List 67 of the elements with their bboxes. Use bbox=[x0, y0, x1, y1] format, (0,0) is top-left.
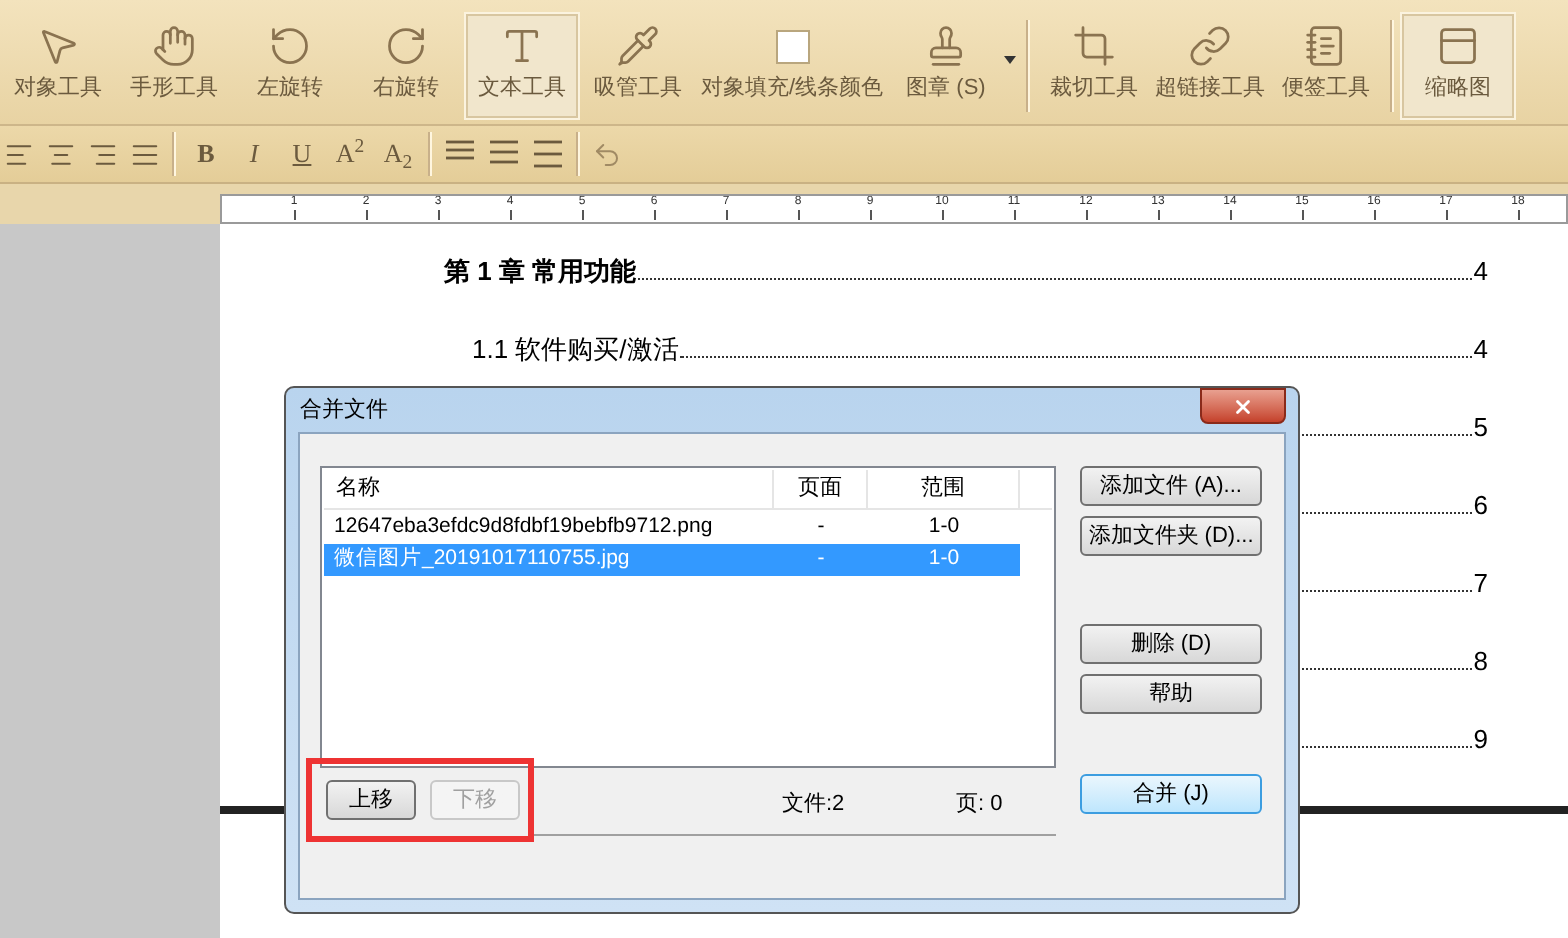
text-icon bbox=[500, 24, 544, 68]
dialog-button[interactable]: 帮助 bbox=[1080, 674, 1262, 714]
format-button[interactable]: A$^{2}$ bbox=[332, 134, 368, 174]
toc-page-number: 6 bbox=[1473, 487, 1488, 524]
dialog-button[interactable]: 合并 (J) bbox=[1080, 774, 1262, 814]
tool-button[interactable]: 吸管工具 bbox=[580, 12, 696, 120]
file-count: 文件:2 bbox=[782, 789, 847, 821]
tool-button[interactable]: 手形工具 bbox=[116, 12, 232, 120]
line-spacing-icon[interactable] bbox=[488, 140, 520, 168]
dialog-title: 合并文件 bbox=[298, 395, 388, 426]
page-total: 页: 0 bbox=[956, 790, 1005, 821]
close-button[interactable] bbox=[1200, 388, 1286, 424]
column-header[interactable]: 页面 bbox=[774, 470, 868, 508]
rotate-left-icon bbox=[268, 24, 312, 68]
toc-page-number: 9 bbox=[1473, 721, 1488, 758]
dialog-button[interactable]: 上移 bbox=[326, 780, 416, 820]
tool-button[interactable]: 裁切工具 bbox=[1036, 12, 1152, 120]
tool-button[interactable]: 对象填充/线条颜色 bbox=[696, 12, 888, 120]
format-button[interactable]: I bbox=[236, 134, 272, 174]
format-button[interactable]: U bbox=[284, 134, 320, 174]
tool-button[interactable]: 左旋转 bbox=[232, 12, 348, 120]
align-right-icon[interactable] bbox=[88, 139, 118, 169]
stamp-icon bbox=[924, 24, 968, 68]
range-cell-text: 1-0 bbox=[926, 512, 962, 543]
tool-button[interactable]: 便签工具 bbox=[1268, 12, 1384, 120]
align-left-icon[interactable] bbox=[4, 139, 34, 169]
align-center-icon[interactable] bbox=[46, 139, 76, 169]
page-count-cell-text: - bbox=[815, 512, 827, 543]
file-name: 12647eba3efdc9d8fdbf19bebfb9712.png bbox=[332, 512, 715, 543]
tool-button[interactable]: 缩略图 bbox=[1400, 12, 1516, 120]
format-button[interactable]: B bbox=[188, 134, 224, 174]
column-header[interactable]: 范围 bbox=[868, 470, 1020, 508]
file-name: 微信图片_20191017110755.jpg bbox=[332, 544, 632, 575]
toc-entry-title: 第 1 章 常用功能 bbox=[444, 253, 637, 290]
toc-page-number: 4 bbox=[1473, 331, 1488, 368]
format-button[interactable]: A$_{2}$ bbox=[380, 134, 416, 174]
tool-button[interactable]: 超链接工具 bbox=[1152, 12, 1268, 120]
tool-button[interactable]: 右旋转 bbox=[348, 12, 464, 120]
pointer-icon bbox=[36, 24, 80, 68]
pipette-icon bbox=[616, 24, 660, 68]
close-icon bbox=[1232, 395, 1254, 417]
column-header[interactable]: 名称 bbox=[324, 470, 774, 508]
dropdown-caret-icon[interactable] bbox=[1004, 56, 1016, 64]
toc-page-number: 7 bbox=[1473, 565, 1488, 602]
toc-page-number: 5 bbox=[1473, 409, 1488, 446]
color-swatch-icon bbox=[775, 29, 809, 63]
tool-button[interactable]: 图章 (S) bbox=[888, 12, 1004, 120]
dialog-button[interactable]: 删除 (D) bbox=[1080, 624, 1262, 664]
tool-button[interactable]: 文本工具 bbox=[464, 12, 580, 120]
hand-icon bbox=[152, 24, 196, 68]
align-justify-icon[interactable] bbox=[130, 139, 160, 169]
page-count-cell-text: - bbox=[815, 544, 827, 575]
toc-entry-title: 1.1 软件购买/激活 bbox=[472, 331, 679, 368]
crop-icon bbox=[1072, 24, 1116, 68]
file-row[interactable]: 微信图片_20191017110755.jpg - 1-0 bbox=[324, 544, 1020, 576]
line-spacing-icon[interactable] bbox=[532, 140, 564, 168]
link-icon bbox=[1188, 24, 1232, 68]
toc-page-number: 4 bbox=[1473, 253, 1488, 290]
dialog-button[interactable]: 添加文件 (A)... bbox=[1080, 466, 1262, 506]
dialog-button[interactable]: 添加文件夹 (D)... bbox=[1080, 516, 1262, 556]
file-row[interactable]: 12647eba3efdc9d8fdbf19bebfb9712.png - 1-0 bbox=[324, 512, 1020, 544]
range-cell-text: 1-0 bbox=[926, 544, 962, 575]
thumbnail-icon bbox=[1436, 24, 1480, 68]
note-icon bbox=[1304, 24, 1348, 68]
toc-page-number: 8 bbox=[1473, 643, 1488, 680]
tool-button[interactable]: 对象工具 bbox=[0, 12, 116, 120]
rotate-right-icon bbox=[384, 24, 428, 68]
